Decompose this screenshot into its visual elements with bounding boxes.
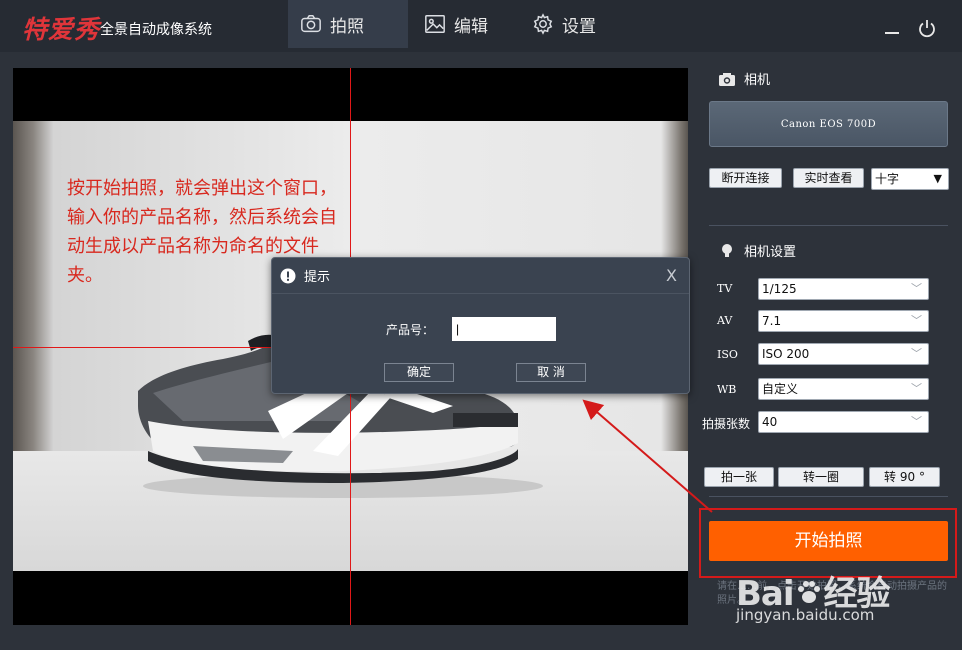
chevron-down-icon: ﹀ (911, 347, 922, 360)
chevron-down-icon: ﹀ (911, 382, 922, 395)
overlay-select[interactable]: 十字 ▼ (871, 168, 949, 190)
watermark-url: jingyan.baidu.com (736, 606, 875, 624)
camera-settings-title: 相机设置 (718, 241, 796, 260)
app-logo: 特爱秀 (22, 15, 101, 44)
camera-model-display: Canon EOS 700D (709, 101, 948, 147)
shot-count-value: 40 (762, 415, 778, 429)
overlay-select-value: 十字 (875, 172, 900, 186)
wb-select[interactable]: 自定义 ﹀ (758, 378, 929, 400)
disconnect-button[interactable]: 断开连接 (709, 168, 782, 188)
shot-count-select[interactable]: 40 ﹀ (758, 411, 929, 433)
lightbulb-icon (722, 243, 732, 257)
title-bar: 特爱秀 全景自动成像系统 拍照 编辑 设置 (0, 0, 962, 52)
wb-label: WB (717, 383, 737, 396)
wb-value: 自定义 (762, 382, 799, 396)
iso-value: ISO 200 (762, 347, 810, 361)
camera-small-icon (719, 72, 735, 86)
camera-icon (301, 15, 321, 33)
camera-section-label: 相机 (744, 73, 771, 88)
tab-edit[interactable]: 编辑 (414, 0, 514, 48)
shoot-one-button[interactable]: 拍一张 (704, 467, 774, 487)
tab-settings-label: 设置 (562, 16, 596, 37)
tab-photo-label: 拍照 (330, 16, 364, 37)
section-divider (709, 496, 948, 497)
dialog-header: 提示 (272, 258, 689, 294)
camera-section-title: 相机 (718, 69, 770, 88)
av-select[interactable]: 7.1 ﹀ (758, 310, 929, 332)
dialog-title: 提示 (304, 270, 331, 285)
shot-count-label: 拍摄张数 (702, 417, 751, 431)
av-value: 7.1 (762, 314, 782, 328)
start-shooting-button[interactable]: 开始拍照 (709, 521, 948, 561)
live-view-button[interactable]: 实时查看 (793, 168, 864, 188)
cancel-button[interactable]: 取 消 (516, 363, 586, 382)
chevron-down-icon: ﹀ (911, 282, 922, 295)
camera-settings-label: 相机设置 (744, 245, 797, 260)
tv-value: 1/125 (762, 282, 797, 296)
rotate-circle-button[interactable]: 转一圈 (778, 467, 864, 487)
tab-photo[interactable]: 拍照 (288, 0, 408, 48)
app-title: 全景自动成像系统 (100, 22, 212, 38)
product-number-input[interactable] (452, 317, 556, 341)
baidu-watermark: Bai 经验 jingyan.baidu.com (736, 566, 891, 624)
tab-settings[interactable]: 设置 (524, 0, 624, 48)
tv-label: TV (717, 282, 733, 295)
chevron-down-icon: ﹀ (911, 314, 922, 327)
paw-icon (797, 581, 820, 603)
chevron-down-icon: ▼ (933, 172, 942, 185)
section-divider (709, 225, 948, 226)
image-icon (425, 15, 445, 33)
tab-edit-label: 编辑 (454, 16, 488, 37)
product-number-dialog: 提示 X 产品号： 确定 取 消 (271, 257, 690, 394)
gear-icon (533, 13, 553, 35)
close-icon[interactable]: X (666, 266, 677, 285)
av-label: AV (717, 314, 733, 327)
app-window: 特爱秀 全景自动成像系统 拍照 编辑 设置 按开始拍照，就会弹出这个窗口，输入你… (0, 0, 962, 650)
control-panel: 相机 Canon EOS 700D 断开连接 实时查看 十字 ▼ 相机设置 TV… (696, 52, 962, 650)
tv-select[interactable]: 1/125 ﹀ (758, 278, 929, 300)
iso-label: ISO (717, 348, 738, 361)
ok-button[interactable]: 确定 (384, 363, 454, 382)
rotate-90-button[interactable]: 转 90 ° (869, 467, 940, 487)
power-icon[interactable] (917, 18, 937, 38)
product-number-label: 产品号： (386, 323, 435, 337)
warning-icon (280, 268, 296, 283)
iso-select[interactable]: ISO 200 ﹀ (758, 343, 929, 365)
chevron-down-icon: ﹀ (911, 415, 922, 428)
minimize-icon[interactable] (882, 18, 902, 38)
